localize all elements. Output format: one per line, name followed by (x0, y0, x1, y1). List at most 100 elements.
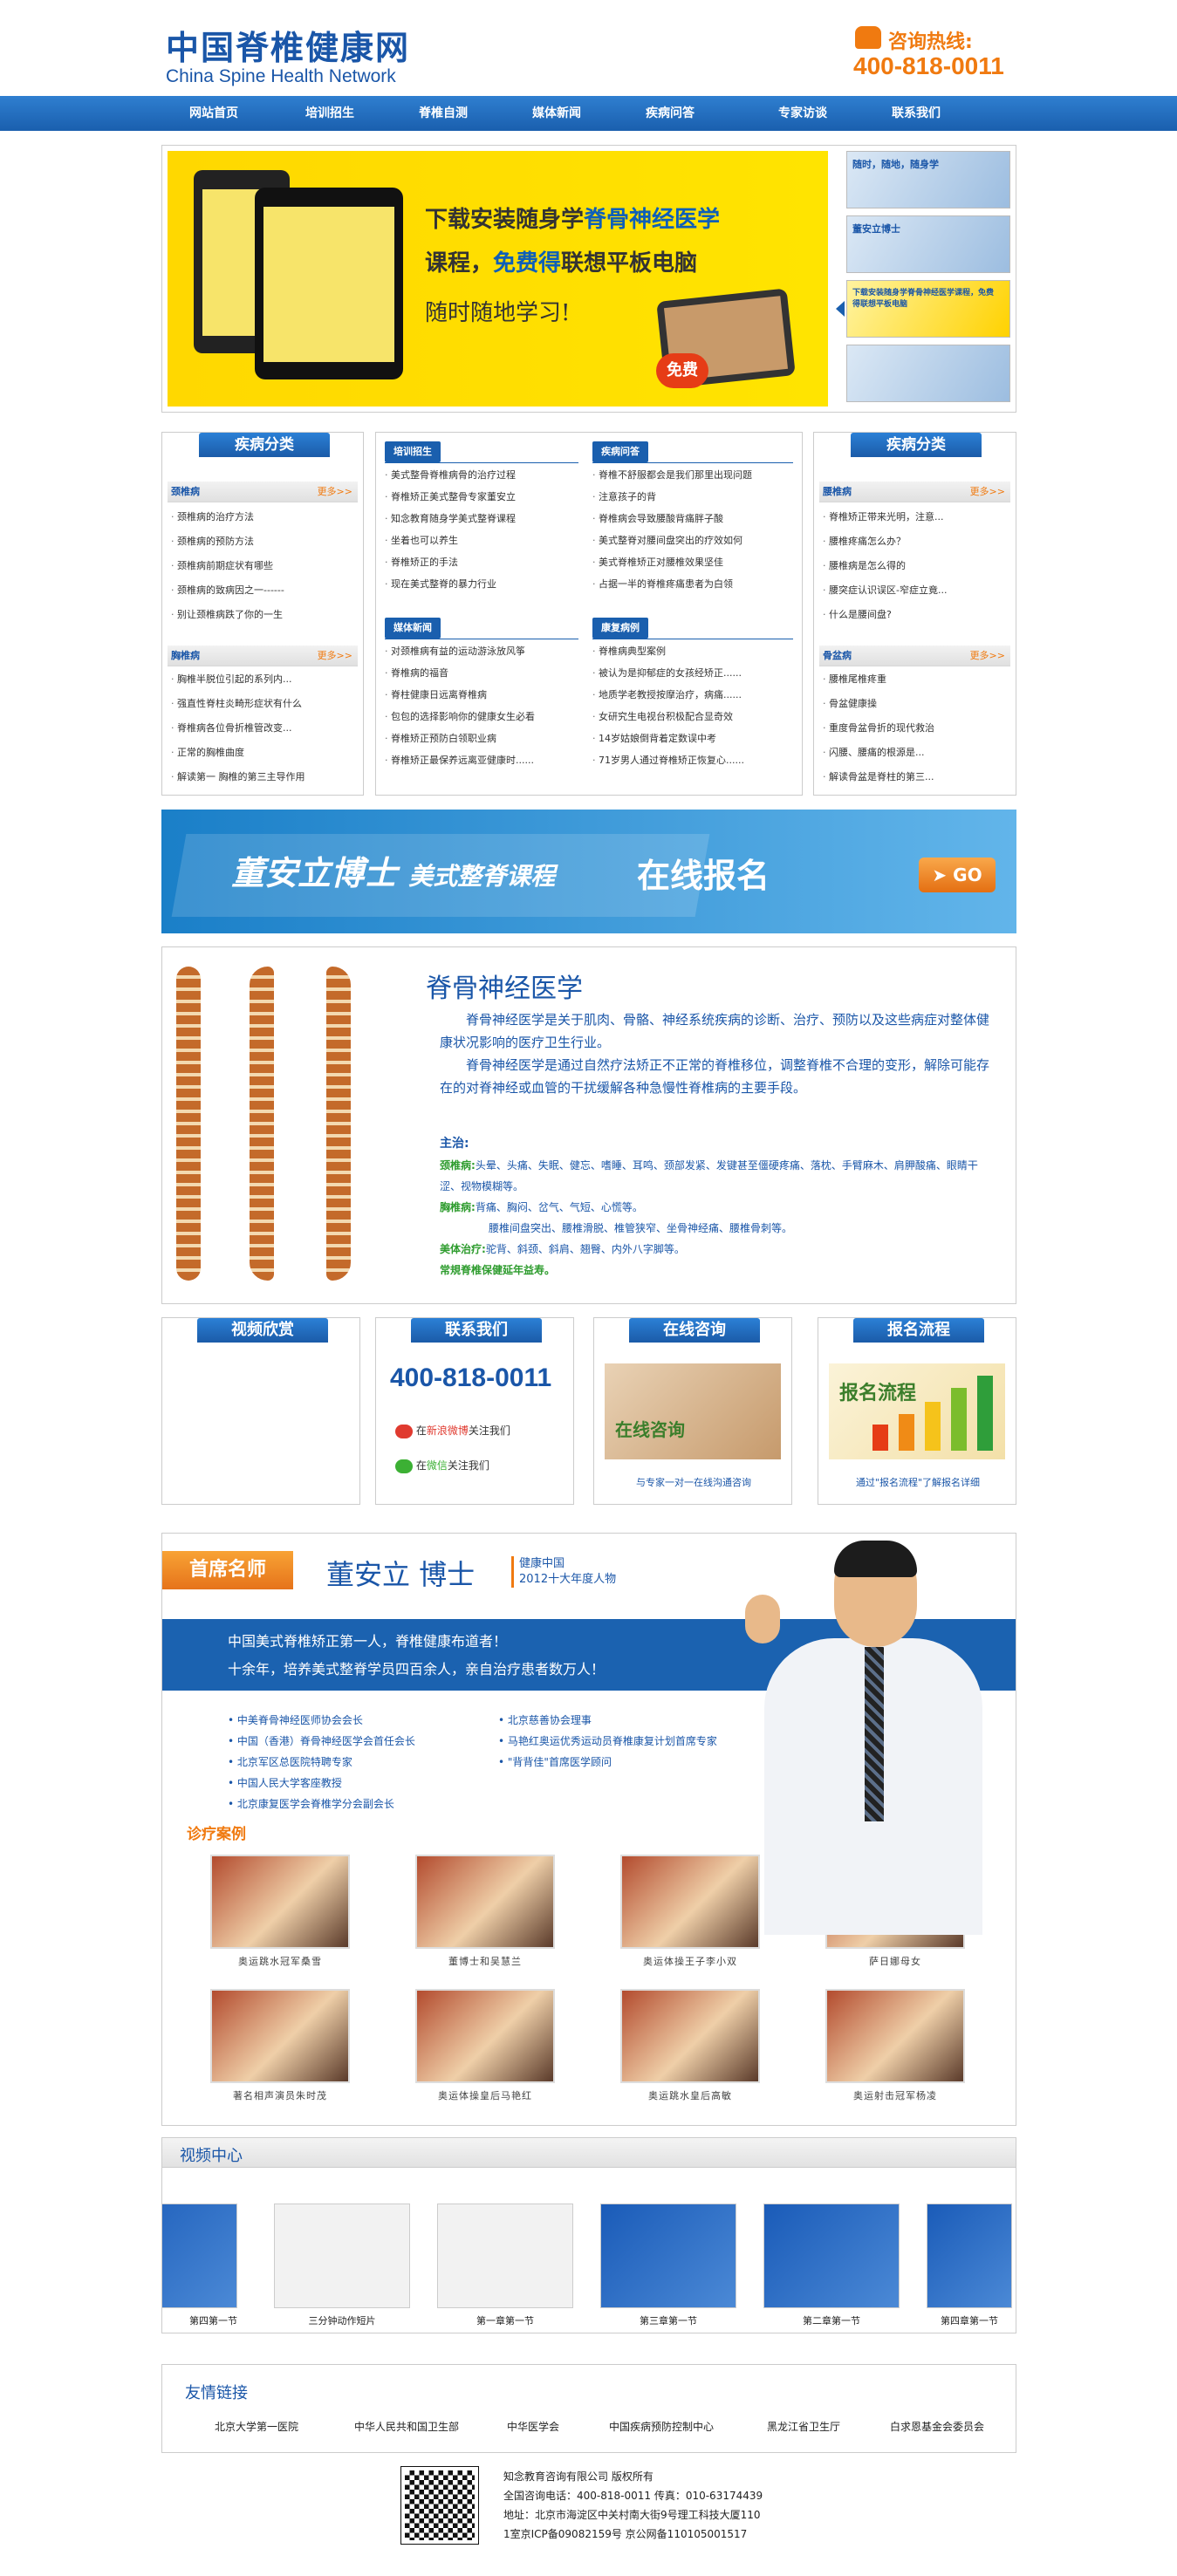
nav-qa[interactable]: 疾病问答 (613, 96, 727, 131)
list-item[interactable]: 脊椎矫正预防白领职业病 (385, 729, 496, 748)
friend-link[interactable]: 中华医学会 (507, 2419, 559, 2434)
nav-home[interactable]: 网站首页 (157, 96, 270, 131)
list-item[interactable]: 地质学老教授按摩治疗，病痛...... (592, 686, 742, 705)
section-title-qa[interactable]: 疾病问答 (592, 441, 648, 462)
list-item[interactable]: 美式整骨脊椎病骨的治疗过程 (385, 466, 516, 485)
banner-thumb[interactable] (846, 345, 1010, 402)
box-title[interactable]: 联系我们 (411, 1318, 542, 1343)
case-card[interactable]: 董博士和吴慧兰 (415, 1855, 555, 1968)
list-item[interactable]: 腰突症认识误区-窄症立竟... (823, 581, 947, 600)
list-item[interactable]: 什么是腰间盘? (823, 605, 892, 625)
list-item[interactable]: 闪腰、腰痛的根源是... (823, 743, 925, 762)
list-item[interactable]: 占据一半的脊椎疼痛患者为白领 (592, 575, 733, 594)
list-item[interactable]: 女研究生电视台积极配合显奇效 (592, 707, 733, 727)
friend-link[interactable]: 黑龙江省卫生厅 (767, 2419, 840, 2434)
video-card[interactable]: 第四章第一节 (927, 2204, 1012, 2327)
list-item[interactable]: 颈椎病的治疗方法 (171, 508, 254, 527)
list-item[interactable]: 对颈椎病有益的运动游泳放风筝 (385, 642, 525, 661)
list-item[interactable]: 脊柱健康日远离脊椎病 (385, 686, 487, 705)
list-item[interactable]: 解读骨盆是脊柱的第三... (823, 768, 934, 787)
nav-interview[interactable]: 专家访谈 (746, 96, 859, 131)
list-item[interactable]: 别让颈椎病跌了你的一生 (171, 605, 283, 625)
category-label[interactable]: 颈椎病 (171, 482, 200, 502)
case-card[interactable]: 奥运体操皇后马艳红 (415, 1989, 555, 2102)
consult-caption[interactable]: 与专家一对一在线沟通咨询 (594, 1475, 793, 1489)
section-title-training[interactable]: 培训招生 (385, 441, 441, 462)
go-button[interactable]: ➤ GO (919, 858, 996, 892)
list-item[interactable]: 包包的选择影响你的健康女生必看 (385, 707, 535, 727)
weibo-follow[interactable]: 在新浪微博关注我们 (395, 1423, 510, 1438)
more-link[interactable]: 更多>> (970, 646, 1005, 666)
list-item[interactable]: 注意孩子的背 (592, 488, 656, 507)
list-item[interactable]: 胸椎半脱位引起的系列内... (171, 670, 292, 689)
list-item[interactable]: 脊椎矫正最保养远离亚健康时...... (385, 751, 534, 770)
list-item[interactable]: 解读第一 胸椎的第三主导作用 (171, 768, 305, 787)
category-label[interactable]: 骨盆病 (823, 646, 852, 666)
wechat-follow[interactable]: 在微信关注我们 (395, 1458, 489, 1473)
course-signup-banner[interactable]: 董安立博士 美式整脊课程 在线报名 ➤ GO (161, 810, 1016, 933)
friend-link[interactable]: 白求恩基金会委员会 (890, 2419, 984, 2434)
list-item[interactable]: 被认为是抑郁症的女孩经矫正...... (592, 664, 742, 683)
video-card[interactable]: 三分钟动作短片 (274, 2204, 410, 2327)
list-item[interactable]: 美式整脊对腰间盘突出的疗效如何 (592, 531, 742, 550)
list-item[interactable]: 腰椎病是怎么得的 (823, 557, 906, 576)
list-item[interactable]: 脊椎矫正的手法 (385, 553, 458, 572)
list-item[interactable]: 脊椎不舒服都会是我们那里出现问题 (592, 466, 752, 485)
section-title-media[interactable]: 媒体新闻 (385, 618, 441, 639)
list-item[interactable]: 脊椎病会导致腰酸背痛胖子酸 (592, 509, 723, 529)
list-item[interactable]: 颈椎病的致病因之一------ (171, 581, 284, 600)
nav-news[interactable]: 媒体新闻 (500, 96, 613, 131)
case-card[interactable]: 著名相声演员朱时茂 (210, 1989, 350, 2102)
list-item[interactable]: 骨盆健康操 (823, 694, 877, 714)
banner-thumb[interactable]: 下载安装随身学脊骨神经医学课程，免费得联想平板电脑 (846, 280, 1010, 338)
list-item[interactable]: 脊椎病各位骨折椎管改变... (171, 719, 292, 738)
list-item[interactable]: 强直性脊柱炎畸形症状有什么 (171, 694, 302, 714)
list-item[interactable]: 颈椎病的预防方法 (171, 532, 254, 551)
banner-slide[interactable]: 下载安装随身学脊骨神经医学 课程，免费得联想平板电脑 随时随地学习! 免费 (168, 151, 828, 407)
nav-contact[interactable]: 联系我们 (859, 96, 973, 131)
case-card[interactable]: 奥运跳水冠军桑雪 (210, 1855, 350, 1968)
banner-thumb[interactable]: 董安立博士 (846, 215, 1010, 273)
category-label[interactable]: 胸椎病 (171, 646, 200, 666)
more-link[interactable]: 更多>> (318, 646, 352, 666)
list-item[interactable]: 14岁姑娘倒背着定数误中考 (592, 729, 716, 748)
banner-thumb[interactable]: 随时，随地，随身学 (846, 151, 1010, 208)
list-item[interactable]: 美式脊椎矫正对腰椎效果坚佳 (592, 553, 723, 572)
list-item[interactable]: 脊椎病典型案例 (592, 642, 666, 661)
section-title-cases[interactable]: 康复病例 (592, 618, 648, 639)
more-link[interactable]: 更多>> (970, 482, 1005, 502)
video-card[interactable]: 第三章第一节 (600, 2204, 736, 2327)
list-item[interactable]: 腰椎尾椎疼重 (823, 670, 886, 689)
category-bar: 腰椎病 更多>> (819, 482, 1010, 502)
box-title[interactable]: 报名流程 (853, 1318, 984, 1343)
consult-image[interactable]: 在线咨询 (605, 1363, 781, 1459)
more-link[interactable]: 更多>> (318, 482, 352, 502)
list-item[interactable]: 脊椎矫正带来光明，注意... (823, 508, 944, 527)
category-label[interactable]: 腰椎病 (823, 482, 852, 502)
list-item[interactable]: 重度骨盆骨折的现代救治 (823, 719, 934, 738)
friend-link[interactable]: 北京大学第一医院 (215, 2419, 298, 2434)
video-card[interactable]: 第二章第一节 (763, 2204, 900, 2327)
flow-caption[interactable]: 通过"报名流程"了解报名详细 (818, 1475, 1017, 1489)
box-title[interactable]: 在线咨询 (629, 1318, 760, 1343)
banner-line2: 课程，免费得联想平板电脑 (425, 250, 698, 277)
list-item[interactable]: 脊椎病的福音 (385, 664, 448, 683)
video-card[interactable]: 第一章第一节 (437, 2204, 573, 2327)
list-item[interactable]: 现在美式整脊的暴力行业 (385, 575, 496, 594)
logo-title[interactable]: 中国脊椎健康网 (166, 21, 410, 69)
list-item[interactable]: 腰椎疼痛怎么办？ (823, 532, 906, 551)
list-item[interactable]: 颈椎病前期症状有哪些 (171, 557, 273, 576)
case-photo (415, 1855, 555, 1949)
list-item[interactable]: 坐着也可以养生 (385, 531, 458, 550)
flow-image[interactable]: 报名流程 (829, 1363, 1005, 1459)
friend-link[interactable]: 中华人民共和国卫生部 (354, 2419, 459, 2434)
list-item[interactable]: 脊椎矫正美式整骨专家董安立 (385, 488, 516, 507)
list-item[interactable]: 71岁男人通过脊椎矫正恢复心...... (592, 751, 744, 770)
box-title[interactable]: 视频欣赏 (197, 1318, 328, 1343)
video-card[interactable]: 第四第一节 (162, 2204, 237, 2327)
friend-link[interactable]: 中国疾病预防控制中心 (609, 2419, 714, 2434)
nav-training[interactable]: 培训招生 (273, 96, 387, 131)
nav-self-test[interactable]: 脊椎自测 (387, 96, 500, 131)
list-item[interactable]: 正常的胸椎曲度 (171, 743, 244, 762)
list-item[interactable]: 知念教育随身学美式整脊课程 (385, 509, 516, 529)
